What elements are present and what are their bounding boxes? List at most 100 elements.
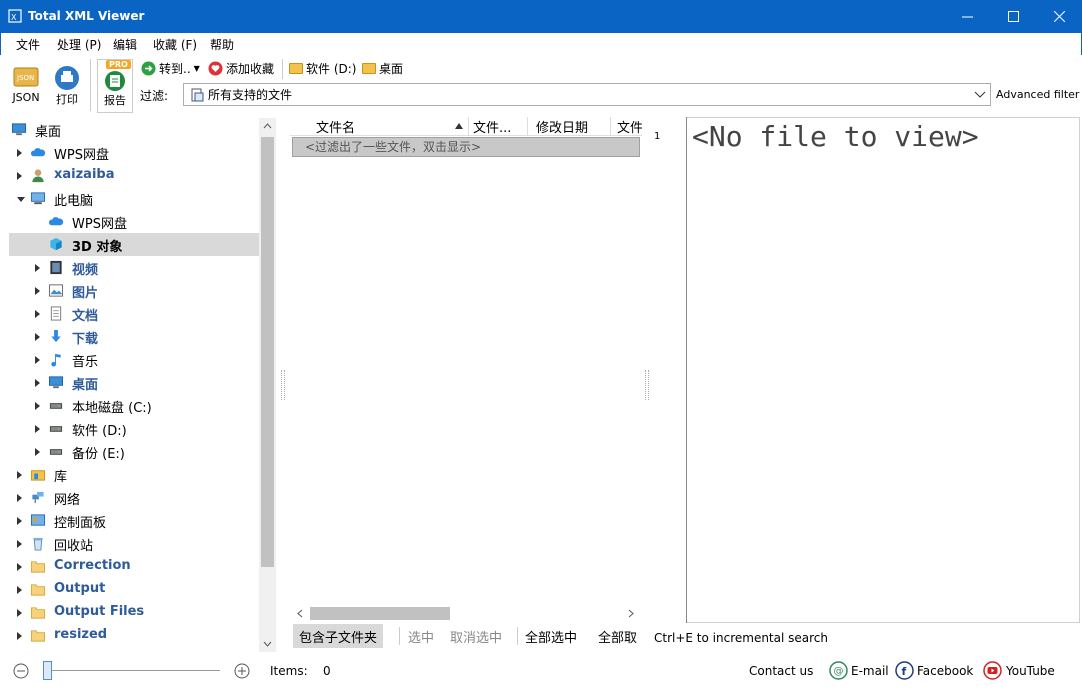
tree-item[interactable]: Output — [9, 578, 259, 601]
tree-item[interactable]: 文档 — [9, 302, 259, 325]
youtube-link[interactable]: YouTube — [1006, 664, 1055, 678]
deselect-all-button[interactable]: 全部取 — [598, 627, 643, 646]
column-filename[interactable]: 文件名 — [316, 117, 355, 136]
facebook-icon[interactable]: f — [895, 661, 914, 680]
chevron-down-icon — [974, 91, 986, 98]
expand-arrow-icon[interactable] — [35, 287, 40, 295]
menu-help[interactable]: 帮助 — [210, 36, 234, 53]
expand-arrow-icon[interactable] — [35, 264, 40, 272]
scroll-down-icon[interactable] — [263, 641, 272, 647]
splitter-handle[interactable] — [281, 370, 285, 400]
print-button[interactable]: 打印 — [53, 65, 81, 107]
facebook-link[interactable]: Facebook — [917, 664, 973, 678]
zoom-slider-thumb[interactable] — [43, 661, 52, 680]
computer-icon — [30, 192, 46, 205]
expand-arrow-icon[interactable] — [17, 471, 22, 479]
sort-ascending-icon — [455, 123, 463, 129]
column-filesize[interactable]: 文件... — [473, 117, 511, 136]
close-button[interactable] — [1036, 0, 1082, 33]
folder-icon — [30, 607, 46, 619]
expand-arrow-icon[interactable] — [35, 310, 40, 318]
tree-item[interactable]: 3D 对象 — [9, 233, 259, 256]
select-button[interactable]: 选中 — [408, 627, 434, 646]
expand-arrow-icon[interactable] — [35, 333, 40, 341]
advanced-filter-link[interactable]: Advanced filter — [996, 88, 1079, 101]
zoom-slider-track[interactable] — [46, 670, 220, 671]
zoom-in-icon[interactable] — [234, 663, 250, 679]
menu-edit[interactable]: 编辑 — [113, 36, 137, 53]
expand-arrow-icon[interactable] — [17, 172, 22, 180]
tree-item[interactable]: 回收站 — [9, 532, 259, 555]
expand-arrow-icon[interactable] — [35, 356, 40, 364]
expand-arrow-icon[interactable] — [17, 517, 22, 525]
tree-item[interactable]: xaizaiba — [9, 164, 259, 187]
add-favorite-button[interactable]: 添加收藏 — [208, 60, 274, 77]
expand-arrow-icon[interactable] — [35, 425, 40, 433]
xml-viewer[interactable]: <No file to view> — [651, 117, 1080, 623]
expand-arrow-icon[interactable] — [35, 402, 40, 410]
expand-arrow-icon[interactable] — [17, 494, 22, 502]
tree-item[interactable]: 音乐 — [9, 348, 259, 371]
status-bar: Items: 0 Contact us @ E-mail f Facebook … — [0, 657, 1082, 692]
youtube-icon[interactable] — [983, 661, 1002, 680]
menu-file[interactable]: 文件 — [16, 36, 40, 53]
column-modified-date[interactable]: 修改日期 — [536, 117, 588, 136]
email-icon[interactable]: @ — [829, 661, 848, 680]
tree-item[interactable]: 视频 — [9, 256, 259, 279]
scroll-right-icon[interactable] — [628, 609, 634, 618]
splitter-handle[interactable] — [645, 370, 649, 400]
tree-item-label: 图片 — [72, 286, 99, 301]
tree-item-label: WPS网盘 — [72, 217, 127, 232]
tree-scroll-thumb[interactable] — [261, 137, 274, 567]
tree-item[interactable]: 网络 — [9, 486, 259, 509]
deselect-button[interactable]: 取消选中 — [450, 627, 502, 646]
tree-item[interactable]: 本地磁盘 (C:) — [9, 394, 259, 417]
favorite-drive-d[interactable]: 软件 (D:) — [289, 60, 356, 77]
email-link[interactable]: E-mail — [851, 664, 889, 678]
select-all-button[interactable]: 全部选中 — [525, 627, 577, 646]
filter-file-icon — [191, 88, 204, 101]
expand-arrow-icon[interactable] — [17, 149, 22, 157]
column-filetype[interactable]: 文件 — [617, 117, 642, 136]
zoom-out-icon[interactable] — [13, 663, 29, 679]
scroll-left-icon[interactable] — [297, 609, 303, 618]
menu-favorites[interactable]: 收藏 (F) — [153, 36, 197, 53]
goto-button[interactable]: 转到.. ▼ — [141, 60, 200, 77]
expand-arrow-icon[interactable] — [17, 563, 22, 571]
cloud-icon — [30, 148, 46, 157]
tree-item[interactable]: 下载 — [9, 325, 259, 348]
tree-item[interactable]: 桌面 — [9, 118, 259, 141]
tree-item[interactable]: 图片 — [9, 279, 259, 302]
filtered-files-row[interactable]: <过滤出了一些文件，双击显示> — [292, 137, 640, 157]
menu-process[interactable]: 处理 (P) — [57, 36, 101, 53]
expand-arrow-icon[interactable] — [35, 379, 40, 387]
include-subfolders-toggle[interactable]: 包含子文件夹 — [293, 624, 384, 648]
tree-item[interactable]: resized — [9, 624, 259, 647]
filter-select[interactable]: 所有支持的文件 — [183, 83, 991, 106]
maximize-button[interactable] — [990, 0, 1036, 33]
tree-item[interactable]: Correction — [9, 555, 259, 578]
expand-arrow-icon[interactable] — [17, 586, 22, 594]
tree-item[interactable]: 备份 (E:) — [9, 440, 259, 463]
tree-item[interactable]: Output Files — [9, 601, 259, 624]
tree-item[interactable]: WPS网盘 — [9, 210, 259, 233]
expand-arrow-icon[interactable] — [17, 609, 22, 617]
expand-arrow-icon[interactable] — [17, 540, 22, 548]
json-button[interactable]: JSON JSON — [9, 65, 43, 104]
favorite-desktop[interactable]: 桌面 — [362, 60, 403, 77]
report-button[interactable]: PRO 报告 — [97, 59, 133, 113]
file-list-scroll-thumb[interactable] — [310, 607, 450, 620]
file-list-header: 文件名 文件... 修改日期 文件 — [290, 117, 642, 136]
library-icon — [30, 470, 46, 481]
tree-item[interactable]: 控制面板 — [9, 509, 259, 532]
minimize-button[interactable] — [944, 0, 990, 33]
tree-item[interactable]: 桌面 — [9, 371, 259, 394]
tree-item[interactable]: 软件 (D:) — [9, 417, 259, 440]
tree-item[interactable]: 此电脑 — [9, 187, 259, 210]
collapse-arrow-icon[interactable] — [17, 197, 25, 202]
scroll-up-icon[interactable] — [263, 123, 272, 129]
expand-arrow-icon[interactable] — [17, 632, 22, 640]
expand-arrow-icon[interactable] — [35, 448, 40, 456]
tree-item[interactable]: 库 — [9, 463, 259, 486]
tree-item[interactable]: WPS网盘 — [9, 141, 259, 164]
